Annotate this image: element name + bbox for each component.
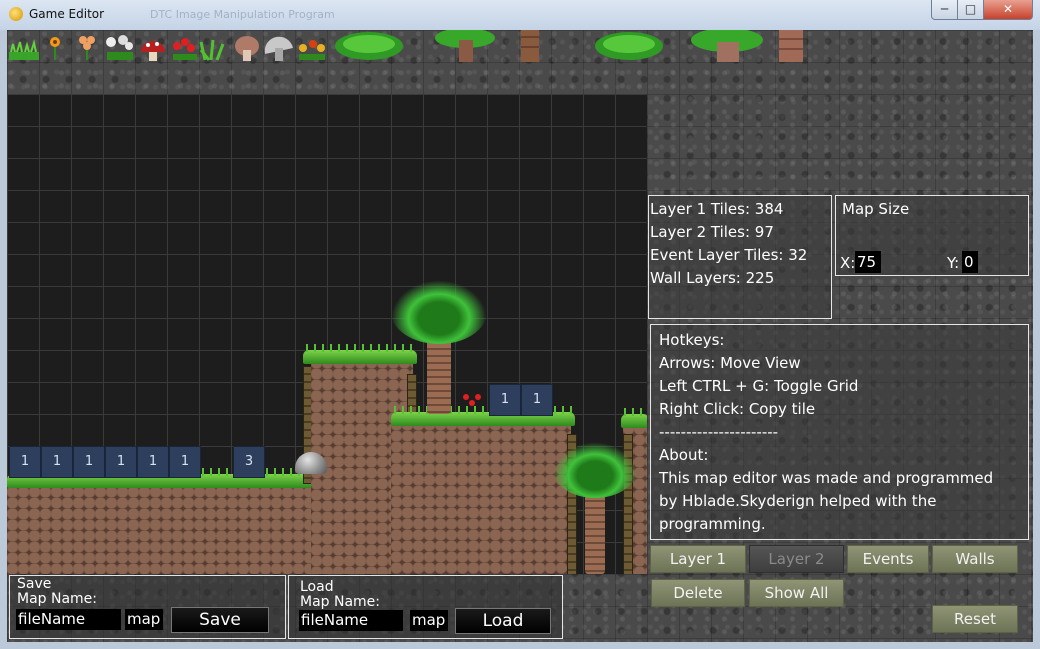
red-flower	[475, 394, 481, 400]
hotkeys-panel: Hotkeys: Arrows: Move View Left CTRL + G…	[650, 324, 1029, 540]
grass-tuft-tile	[9, 39, 39, 60]
orange-flower-tile	[50, 37, 60, 60]
hotkey-arrows: Arrows: Move View	[659, 354, 801, 372]
app-window: Game Editor DTC Image Manipulation Progr…	[0, 0, 1040, 649]
app-icon	[9, 7, 23, 21]
white-flowers-tile	[106, 35, 133, 60]
grass-ledge-right	[621, 408, 647, 428]
save-extension-field[interactable]: map	[125, 609, 163, 630]
tile-palette-graphics[interactable]	[7, 28, 1033, 94]
red-flower	[463, 394, 469, 400]
wall-layers-count: Wall Layers: 225	[650, 269, 775, 287]
load-map-name-label: Map Name:	[300, 594, 381, 610]
grey-mushroom-tile	[264, 36, 293, 61]
fern-bush-tile-2	[595, 32, 663, 60]
event-tile[interactable]: 1	[105, 446, 137, 478]
y-label: Y:	[947, 254, 960, 272]
tile-stats-panel: Layer 1 Tiles: 384 Layer 2 Tiles: 97 Eve…	[648, 195, 832, 319]
red-flower	[469, 400, 475, 406]
tree-trunk-tile-2	[779, 30, 803, 62]
layer2-button[interactable]: Layer 2	[749, 545, 844, 573]
event-tile[interactable]: 1	[73, 446, 105, 478]
save-heading: Save	[17, 576, 52, 592]
show-all-button[interactable]: Show All	[749, 579, 844, 607]
layer1-count: Layer 1 Tiles: 384	[650, 200, 784, 218]
map-size-title: Map Size	[842, 200, 910, 218]
event-tile[interactable]: 1	[137, 446, 169, 478]
fern-bush-tile	[335, 32, 403, 60]
close-button[interactable]: ✕	[983, 0, 1033, 20]
hotkeys-divider: ----------------------	[659, 423, 779, 441]
event-tile[interactable]: 1	[169, 446, 201, 478]
hotkeys-heading: Hotkeys:	[659, 331, 725, 349]
event-tile[interactable]: 1	[41, 446, 73, 478]
save-panel: Save Map Name: fileName map Save	[9, 575, 286, 639]
load-button[interactable]: Load	[455, 608, 551, 634]
grass-blades-tile	[199, 39, 225, 61]
about-line-3: programming.	[659, 515, 766, 533]
red-flowers-tile	[173, 38, 197, 60]
maximize-button[interactable]: □	[957, 0, 984, 20]
layer1-button[interactable]: Layer 1	[650, 545, 746, 573]
reset-button[interactable]: Reset	[932, 605, 1018, 633]
hotkey-copy-tile: Right Click: Copy tile	[659, 400, 816, 418]
y-input[interactable]: 0	[962, 251, 978, 273]
load-heading: Load	[300, 579, 334, 595]
ground-block-mid	[391, 420, 571, 574]
red-mushroom-tile	[141, 41, 165, 61]
event-tile[interactable]: 1	[489, 384, 521, 416]
load-panel: Load Map Name: fileName map Load	[288, 575, 563, 639]
save-button[interactable]: Save	[171, 607, 269, 633]
palm-fronds	[391, 280, 487, 344]
event-tile[interactable]: 3	[233, 446, 265, 478]
title-bar[interactable]: Game Editor DTC Image Manipulation Progr…	[0, 0, 1040, 30]
palm-fronds-2	[553, 442, 637, 498]
x-label: X:	[840, 254, 856, 272]
event-tile[interactable]: 1	[521, 384, 553, 416]
palm-top-tile	[435, 28, 495, 62]
x-input[interactable]: 75	[855, 251, 881, 273]
map-size-panel: Map Size X: 75 Y: 0	[835, 195, 1029, 276]
hotkey-toggle-grid: Left CTRL + G: Toggle Grid	[659, 377, 859, 395]
event-layer-count: Event Layer Tiles: 32	[650, 246, 808, 264]
about-line-1: This map editor was made and programmed	[659, 469, 994, 487]
delete-button[interactable]: Delete	[651, 579, 745, 607]
window-title: Game Editor	[29, 7, 105, 21]
tile-palette[interactable]	[7, 28, 1033, 94]
events-button[interactable]: Events	[847, 545, 929, 573]
save-filename-input[interactable]: fileName	[16, 609, 121, 630]
minimize-button[interactable]: ─	[931, 0, 958, 20]
grass-ledge-column	[303, 344, 417, 364]
ground-block-left	[7, 476, 327, 574]
about-line-2: by Hblade.Skyderign helped with the	[659, 492, 937, 510]
about-heading: About:	[659, 446, 709, 464]
yellow-flowers-tile	[299, 40, 325, 60]
brown-mushroom-tile	[235, 36, 259, 61]
event-tile[interactable]: 1	[9, 446, 41, 478]
walls-button[interactable]: Walls	[932, 545, 1018, 573]
palm-top-tile-2	[691, 28, 763, 62]
load-extension-field[interactable]: map	[410, 610, 448, 631]
orange-flower-tile-2	[79, 36, 95, 60]
save-map-name-label: Map Name:	[17, 591, 98, 607]
background-window-title: DTC Image Manipulation Program	[150, 8, 335, 21]
map-canvas[interactable]: 1 1 1 1 1 1 3 1 1	[7, 94, 647, 574]
load-filename-input[interactable]: fileName	[299, 610, 403, 631]
layer2-count: Layer 2 Tiles: 97	[650, 223, 774, 241]
tree-trunk-tile	[521, 30, 539, 62]
